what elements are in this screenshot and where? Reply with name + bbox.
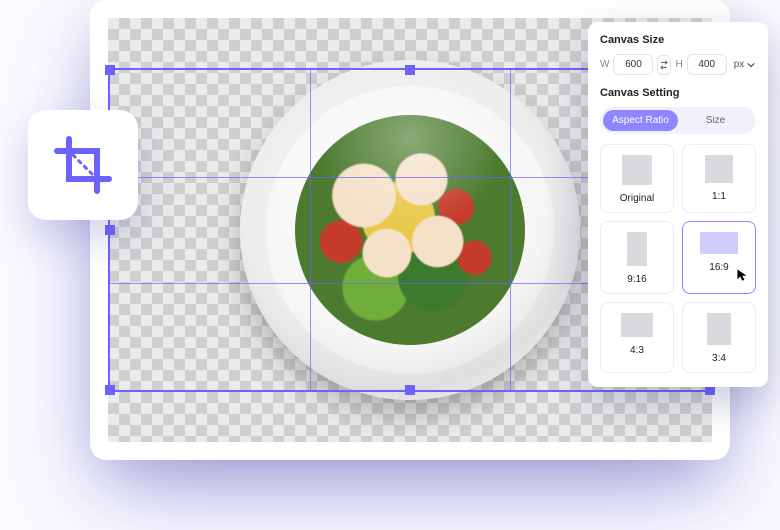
aspect-options: Original 1:1 9:16 16:9 4:3 3:4 xyxy=(600,144,756,373)
height-input[interactable] xyxy=(687,54,727,75)
crop-handle-tl[interactable] xyxy=(105,65,115,75)
dimension-row: W H px xyxy=(600,54,756,75)
settings-panel: Canvas Size W H px Canvas Setting Aspect… xyxy=(588,22,768,387)
thumb-icon xyxy=(627,232,647,266)
aspect-option-4-3[interactable]: 4:3 xyxy=(600,302,674,373)
canvas-size-title: Canvas Size xyxy=(600,34,756,46)
thumb-icon xyxy=(621,313,653,337)
aspect-option-1-1[interactable]: 1:1 xyxy=(682,144,756,213)
thumb-icon xyxy=(700,232,738,254)
swap-dimensions-button[interactable] xyxy=(657,55,671,75)
crop-tool-badge xyxy=(28,110,138,220)
chevron-down-icon xyxy=(747,61,755,69)
thumb-icon xyxy=(705,155,733,183)
crop-handle-bl[interactable] xyxy=(105,385,115,395)
thumb-icon xyxy=(622,155,652,185)
aspect-option-original[interactable]: Original xyxy=(600,144,674,213)
swap-icon xyxy=(658,59,670,71)
width-label: W xyxy=(600,59,609,70)
setting-tabs: Aspect Ratio Size xyxy=(600,107,756,134)
crop-handle-tm[interactable] xyxy=(405,65,415,75)
aspect-option-3-4[interactable]: 3:4 xyxy=(682,302,756,373)
height-label: H xyxy=(675,59,682,70)
aspect-option-9-16[interactable]: 9:16 xyxy=(600,221,674,294)
canvas-setting-title: Canvas Setting xyxy=(600,87,756,99)
tab-size[interactable]: Size xyxy=(678,110,753,131)
tab-aspect-ratio[interactable]: Aspect Ratio xyxy=(603,110,678,131)
aspect-option-16-9[interactable]: 16:9 xyxy=(682,221,756,294)
crop-icon xyxy=(51,133,115,197)
width-input[interactable] xyxy=(613,54,653,75)
thumb-icon xyxy=(707,313,731,345)
crop-handle-bm[interactable] xyxy=(405,385,415,395)
unit-select[interactable]: px xyxy=(731,59,759,70)
crop-handle-ml[interactable] xyxy=(105,225,115,235)
